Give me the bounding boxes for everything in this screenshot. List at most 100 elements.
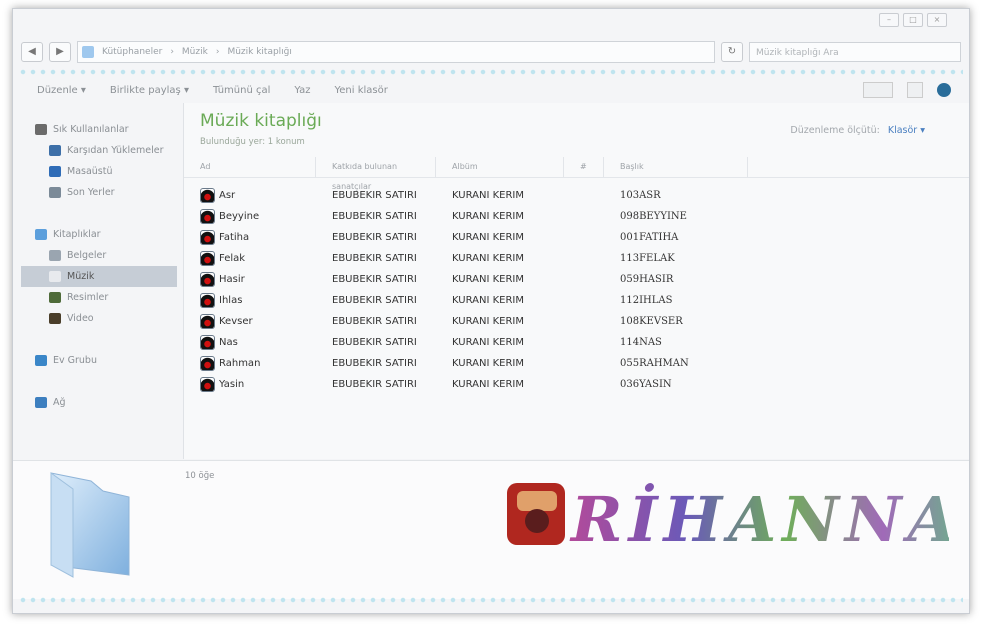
nav-network[interactable]: Ağ (13, 392, 183, 413)
nav-homegroup[interactable]: Ev Grubu (13, 350, 183, 371)
artist-cell: EBUBEKIR SATIRI (332, 274, 417, 285)
artist-cell: EBUBEKIR SATIRI (332, 295, 417, 306)
pictures-icon (49, 292, 61, 303)
album-cell: KURANI KERIM (452, 316, 525, 327)
audio-file-icon (200, 377, 215, 392)
title-cell: 055RAHMAN (620, 358, 689, 369)
nav-label: Müzik (67, 271, 95, 282)
file-row[interactable]: Yasin EBUBEKIR SATIRI KURANI KERIM 036YASIN (184, 374, 969, 395)
album-cell: KURANI KERIM (452, 379, 525, 390)
artist-cell: EBUBEKIR SATIRI (332, 232, 417, 243)
new-folder-button[interactable]: Yeni klasör (335, 85, 388, 96)
homegroup-icon (35, 355, 47, 366)
file-name-cell: Beyyine (184, 209, 316, 224)
breadcrumb-3[interactable]: Müzik kitaplığı (227, 47, 291, 57)
nav-documents[interactable]: Belgeler (13, 245, 183, 266)
nav-label: Son Yerler (67, 187, 115, 198)
file-row[interactable]: Nas EBUBEKIR SATIRI KURANI KERIM 114NAS (184, 332, 969, 353)
album-cell: KURANI KERIM (452, 295, 525, 306)
album-cell: KURANI KERIM (452, 337, 525, 348)
star-icon (35, 124, 47, 135)
nav-desktop[interactable]: Masaüstü (13, 161, 183, 182)
artist-cell: EBUBEKIR SATIRI (332, 316, 417, 327)
change-view-icon[interactable] (863, 82, 893, 98)
audio-file-icon (200, 230, 215, 245)
file-row[interactable]: Kevser EBUBEKIR SATIRI KURANI KERIM 108KEVS… (184, 311, 969, 332)
maximize-button[interactable]: □ (903, 13, 923, 27)
title-cell: 113FELAK (620, 253, 675, 264)
file-row[interactable]: Asr EBUBEKIR SATIRI KURANI KERIM 103ASR (184, 185, 969, 206)
nav-pictures[interactable]: Resimler (13, 287, 183, 308)
file-name-cell: Ihlas (184, 293, 316, 308)
file-name: Ihlas (219, 295, 243, 306)
audio-file-icon (200, 272, 215, 287)
audio-file-icon (200, 314, 215, 329)
arrange-by: Düzenleme ölçütü: Klasör ▾ (790, 125, 925, 136)
column-track[interactable]: # (564, 157, 604, 177)
file-row[interactable]: Rahman EBUBEKIR SATIRI KURANI KERIM 055RAHM… (184, 353, 969, 374)
file-row[interactable]: Fatiha EBUBEKIR SATIRI KURANI KERIM 001FATI… (184, 227, 969, 248)
nav-label: Belgeler (67, 250, 107, 261)
title-cell: 103ASR (620, 190, 661, 201)
title-cell: 114NAS (620, 337, 662, 348)
nav-recent-places[interactable]: Son Yerler (13, 182, 183, 203)
artist-cell: EBUBEKIR SATIRI (332, 358, 417, 369)
file-name: Rahman (219, 358, 261, 369)
nav-label: Masaüstü (67, 166, 113, 177)
breadcrumb-1[interactable]: Kütüphaneler (102, 47, 162, 57)
title-cell: 108KEVSER (620, 316, 683, 327)
minimize-button[interactable]: – (879, 13, 899, 27)
decorative-wave-bottom (19, 597, 963, 603)
column-name[interactable]: Ad (184, 157, 316, 177)
file-name-cell: Nas (184, 335, 316, 350)
library-locations-link[interactable]: Bulunduğu yer: 1 konum (200, 137, 305, 147)
help-icon[interactable] (937, 83, 951, 97)
close-button[interactable]: × (927, 13, 947, 27)
rihanna-logo: RİHANNA (507, 483, 949, 555)
nav-label: Sık Kullanılanlar (53, 124, 129, 135)
file-row[interactable]: Felak EBUBEKIR SATIRI KURANI KERIM 113FELAK (184, 248, 969, 269)
forward-button[interactable]: ▶ (49, 42, 71, 62)
address-bar[interactable]: Kütüphaneler › Müzik › Müzik kitaplığı (77, 41, 715, 63)
navigation-pane: Sık Kullanılanlar Karşıdan Yüklemeler Ma… (13, 103, 184, 459)
title-bar: – □ × (13, 9, 969, 35)
audio-file-icon (200, 251, 215, 266)
breadcrumb-2[interactable]: Müzik (182, 47, 208, 57)
title-cell: 098BEYYINE (620, 211, 687, 222)
artist-cell: EBUBEKIR SATIRI (332, 190, 417, 201)
nav-downloads[interactable]: Karşıdan Yüklemeler (13, 140, 183, 161)
file-row[interactable]: Ihlas EBUBEKIR SATIRI KURANI KERIM 112IHLAS (184, 290, 969, 311)
arrange-dropdown[interactable]: Klasör ▾ (888, 125, 925, 136)
documents-icon (49, 250, 61, 261)
audio-file-icon (200, 293, 215, 308)
arrange-label: Düzenleme ölçütü: (790, 125, 880, 136)
audio-file-icon (200, 188, 215, 203)
share-with-menu[interactable]: Birlikte paylaş ▾ (110, 85, 189, 96)
refresh-icon[interactable]: ↻ (721, 42, 743, 62)
organize-menu[interactable]: Düzenle ▾ (37, 85, 86, 96)
preview-pane-icon[interactable] (907, 82, 923, 98)
column-title[interactable]: Başlık (604, 157, 748, 177)
burn-button[interactable]: Yaz (294, 85, 310, 96)
column-artist[interactable]: Katkıda bulunan sanatçılar (316, 157, 436, 191)
back-button[interactable]: ◀ (21, 42, 43, 62)
artist-cell: EBUBEKIR SATIRI (332, 337, 417, 348)
play-all-button[interactable]: Tümünü çal (213, 85, 270, 96)
nav-videos[interactable]: Video (13, 308, 183, 329)
album-cell: KURANI KERIM (452, 358, 525, 369)
nav-libraries[interactable]: Kitaplıklar (13, 224, 183, 245)
nav-favorites[interactable]: Sık Kullanılanlar (13, 119, 183, 140)
nav-music-selected[interactable]: Müzik (21, 266, 177, 287)
file-row[interactable]: Hasir EBUBEKIR SATIRI KURANI KERIM 059HASIR (184, 269, 969, 290)
column-album[interactable]: Albüm (436, 157, 564, 177)
search-input[interactable]: Müzik kitaplığı Ara (749, 42, 961, 62)
address-row: ◀ ▶ Kütüphaneler › Müzik › Müzik kitaplı… (21, 41, 961, 63)
audio-file-icon (200, 335, 215, 350)
file-row[interactable]: Beyyine EBUBEKIR SATIRI KURANI KERIM 098BEY… (184, 206, 969, 227)
file-name: Fatiha (219, 232, 250, 243)
network-icon (35, 397, 47, 408)
videos-icon (49, 313, 61, 324)
window-controls: – □ × (879, 13, 947, 27)
artist-cell: EBUBEKIR SATIRI (332, 379, 417, 390)
file-name: Nas (219, 337, 238, 348)
